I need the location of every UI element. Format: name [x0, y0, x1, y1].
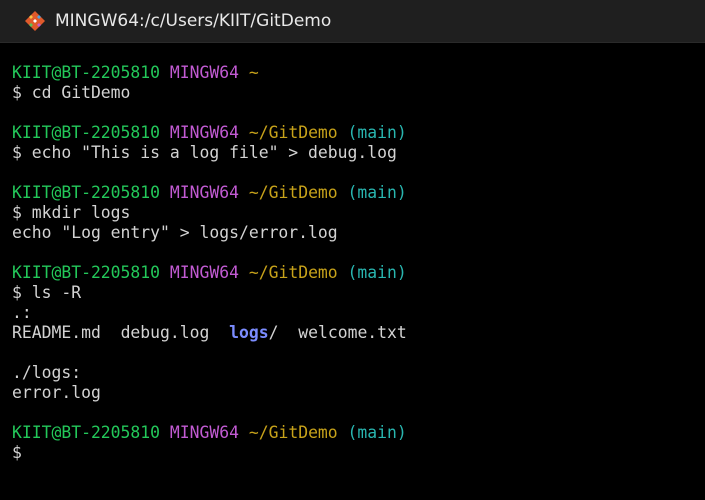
git-diamond-icon — [25, 11, 45, 31]
command-line: $ ls -R — [12, 283, 82, 302]
terminal-window: MINGW64:/c/Users/KIIT/GitDemo KIIT@BT-22… — [0, 0, 705, 500]
command-line: $ mkdir logs — [12, 203, 131, 222]
prompt-env: MINGW64 — [169, 183, 239, 202]
prompt-path: ~/GitDemo — [248, 423, 338, 442]
command-line: $ echo "This is a log file" > debug.log — [12, 143, 397, 162]
terminal-output[interactable]: KIIT@BT-2205810 MINGW64 ~ $ cd GitDemo K… — [0, 44, 705, 500]
prompt-line: KIIT@BT-2205810 MINGW64 ~ — [12, 63, 705, 83]
prompt-user: KIIT@BT-2205810 — [12, 123, 161, 142]
output-line: echo "Log entry" > logs/error.log — [12, 223, 338, 242]
prompt-env: MINGW64 — [169, 263, 239, 282]
file-entry: welcome.txt — [298, 323, 407, 342]
prompt-branch: (main) — [347, 183, 407, 202]
prompt-line: KIIT@BT-2205810 MINGW64 ~/GitDemo (main) — [12, 423, 705, 443]
prompt-line: KIIT@BT-2205810 MINGW64 ~/GitDemo (main) — [12, 263, 705, 283]
prompt-line: KIIT@BT-2205810 MINGW64 ~/GitDemo (main) — [12, 123, 705, 143]
title-bar[interactable]: MINGW64:/c/Users/KIIT/GitDemo — [0, 0, 705, 43]
prompt-user: KIIT@BT-2205810 — [12, 183, 161, 202]
directory-entry: logs — [229, 323, 269, 342]
output-line: ./logs: — [12, 363, 82, 382]
prompt-branch: (main) — [347, 123, 407, 142]
prompt-user: KIIT@BT-2205810 — [12, 423, 161, 442]
prompt-branch: (main) — [347, 263, 407, 282]
window-title: MINGW64:/c/Users/KIIT/GitDemo — [55, 11, 332, 31]
prompt-env: MINGW64 — [169, 63, 239, 82]
active-command-line[interactable]: $ — [12, 443, 705, 463]
prompt-user: KIIT@BT-2205810 — [12, 63, 161, 82]
prompt-user: KIIT@BT-2205810 — [12, 263, 161, 282]
prompt-path: ~/GitDemo — [248, 183, 338, 202]
ls-listing-line: README.md debug.log logs/ welcome.txt — [12, 323, 705, 343]
file-entry: README.md — [12, 323, 101, 342]
prompt-line: KIIT@BT-2205810 MINGW64 ~/GitDemo (main) — [12, 183, 705, 203]
prompt-branch: (main) — [347, 423, 407, 442]
command-line: $ cd GitDemo — [12, 83, 131, 102]
output-line: error.log — [12, 383, 101, 402]
prompt-path: ~/GitDemo — [248, 123, 338, 142]
prompt-path: ~/GitDemo — [248, 263, 338, 282]
prompt-path: ~ — [248, 63, 259, 82]
file-entry: debug.log — [120, 323, 210, 342]
directory-suffix: / — [268, 323, 279, 342]
prompt-env: MINGW64 — [169, 123, 239, 142]
output-line: .: — [12, 303, 32, 322]
prompt-env: MINGW64 — [169, 423, 239, 442]
